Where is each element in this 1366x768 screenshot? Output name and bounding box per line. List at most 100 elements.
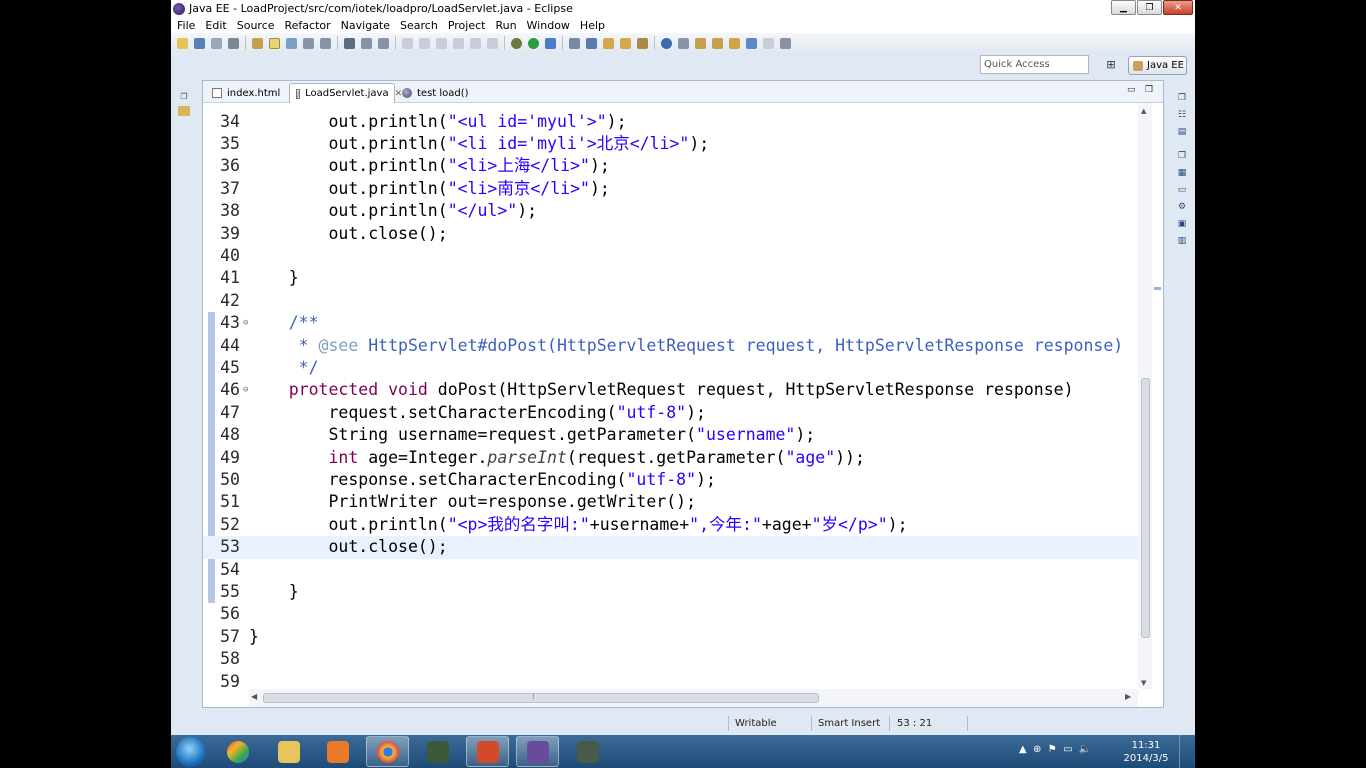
taskbar-powerpoint[interactable]: [466, 736, 509, 767]
step-into-icon[interactable]: [470, 37, 481, 49]
taskbar-app[interactable]: [416, 736, 459, 767]
data-source-icon[interactable]: ▣: [1176, 218, 1188, 230]
code-line[interactable]: 59: [203, 671, 1138, 689]
code-line[interactable]: 49 int age=Integer.parseInt(request.getP…: [203, 447, 1138, 469]
restore-view-icon[interactable]: ❐: [178, 92, 190, 102]
search-file-icon[interactable]: [678, 37, 689, 49]
disconnect-icon[interactable]: [453, 37, 464, 49]
code-line[interactable]: 55 }: [203, 581, 1138, 603]
scroll-down-icon[interactable]: ▼: [1141, 679, 1146, 687]
code-line[interactable]: 50 response.setCharacterEncoding("utf-8"…: [203, 469, 1138, 491]
web-browser-icon[interactable]: [661, 37, 672, 49]
new-class-icon[interactable]: [586, 37, 597, 49]
minimize-button[interactable]: ▁: [1111, 0, 1136, 15]
code-line[interactable]: 38 out.println("</ul>");: [203, 200, 1138, 222]
previous-annotation-icon[interactable]: [712, 37, 723, 49]
taskbar-chrome[interactable]: [366, 736, 409, 767]
annotation-icon[interactable]: [637, 37, 648, 49]
horizontal-scroll-thumb[interactable]: [263, 693, 819, 703]
start-button[interactable]: [176, 737, 206, 767]
vertical-scroll-thumb[interactable]: [1141, 378, 1150, 638]
code-line[interactable]: 36 out.println("<li>上海</li>");: [203, 155, 1138, 177]
code-line[interactable]: 40: [203, 245, 1138, 267]
clock[interactable]: 11:31 2014/3/5: [1121, 739, 1171, 765]
search-icon[interactable]: [286, 37, 297, 49]
resume-icon[interactable]: [402, 37, 413, 49]
run-icon[interactable]: [528, 37, 539, 49]
tab-loadservlet-java[interactable]: J LoadServlet.java ✕: [289, 83, 402, 103]
menu-refactor[interactable]: Refactor: [285, 19, 331, 32]
outline-icon[interactable]: [361, 37, 372, 49]
vertical-scrollbar[interactable]: ▲ ▼: [1138, 103, 1152, 689]
quick-access-input[interactable]: Quick Access: [980, 55, 1089, 74]
back-icon[interactable]: [746, 37, 757, 49]
scroll-right-icon[interactable]: ▶: [1125, 692, 1131, 701]
markers-icon[interactable]: ▦: [1176, 167, 1188, 179]
taskbar-media-player[interactable]: [316, 736, 359, 767]
taskbar-eclipse[interactable]: [516, 736, 559, 767]
code-line[interactable]: 57}: [203, 626, 1138, 648]
code-line[interactable]: 44 * @see HttpServlet#doPost(HttpServlet…: [203, 335, 1138, 357]
suspend-icon[interactable]: [419, 37, 430, 49]
code-line[interactable]: 45 */: [203, 357, 1138, 379]
scroll-left-icon[interactable]: ◀: [251, 692, 257, 701]
step-over-icon[interactable]: [487, 37, 498, 49]
hierarchy-icon[interactable]: [378, 37, 389, 49]
code-line[interactable]: 56: [203, 603, 1138, 625]
print-icon[interactable]: [228, 37, 239, 49]
tab-test-load[interactable]: test load(): [396, 83, 476, 103]
last-edit-icon[interactable]: [729, 37, 740, 49]
menu-search[interactable]: Search: [400, 19, 438, 32]
code-line[interactable]: 54: [203, 559, 1138, 581]
new-icon[interactable]: [177, 37, 188, 49]
taskbar-app[interactable]: [566, 736, 609, 767]
outline-view-icon[interactable]: ☷: [1176, 109, 1188, 121]
skip-breakpoints-icon[interactable]: [344, 37, 355, 49]
code-line[interactable]: 42: [203, 290, 1138, 312]
task-list-icon[interactable]: ▤: [1176, 126, 1188, 138]
code-line[interactable]: 53 out.close();: [203, 536, 1138, 559]
block-selection-icon[interactable]: [303, 37, 314, 49]
next-annotation-icon[interactable]: [695, 37, 706, 49]
menu-file[interactable]: File: [177, 19, 195, 32]
show-desktop-button[interactable]: [1179, 735, 1195, 768]
perspective-java-ee[interactable]: Java EE: [1128, 56, 1187, 75]
restore-bottom-view-icon[interactable]: ❐: [1176, 150, 1188, 162]
open-perspective-icon[interactable]: ⊞: [1103, 57, 1119, 73]
maximize-view-icon[interactable]: ❐: [1145, 85, 1153, 95]
restore-button[interactable]: ❐: [1137, 0, 1162, 15]
code-line[interactable]: 43 ⊖ /**: [203, 312, 1138, 334]
taskbar-explorer[interactable]: [267, 736, 310, 767]
close-button[interactable]: ✕: [1163, 0, 1193, 15]
toggle-mark-icon[interactable]: [269, 37, 280, 49]
code-line[interactable]: 46 ⊖ protected void doPost(HttpServletReq…: [203, 379, 1138, 401]
menu-run[interactable]: Run: [495, 19, 516, 32]
code-line[interactable]: 34 out.println("<ul id='myul'>");: [203, 111, 1138, 133]
properties-icon[interactable]: ▭: [1176, 184, 1188, 196]
menu-navigate[interactable]: Navigate: [341, 19, 390, 32]
code-line[interactable]: 47 request.setCharacterEncoding("utf-8")…: [203, 402, 1138, 424]
forward-icon[interactable]: [763, 37, 774, 49]
code-line[interactable]: 39 out.close();: [203, 223, 1138, 245]
overview-marker[interactable]: [1154, 287, 1161, 290]
code-editor[interactable]: 34 out.println("<ul id='myul'>"); 35 out.…: [203, 103, 1138, 689]
horizontal-scrollbar[interactable]: ◀ ⁞ ▶: [249, 689, 1138, 707]
code-line[interactable]: 51 PrintWriter out=response.getWriter();: [203, 491, 1138, 513]
menu-project[interactable]: Project: [448, 19, 486, 32]
menu-window[interactable]: Window: [527, 19, 570, 32]
code-line[interactable]: 52 out.println("<p>我的名字叫:"+username+",今年…: [203, 514, 1138, 536]
new-server-icon[interactable]: [569, 37, 580, 49]
menu-help[interactable]: Help: [580, 19, 605, 32]
system-tray[interactable]: ▲ ⊕ ⚑ ▭ 🔈: [1019, 744, 1091, 755]
save-icon[interactable]: [194, 37, 205, 49]
code-line[interactable]: 35 out.println("<li id='myli'>北京</li>");: [203, 133, 1138, 155]
scroll-up-icon[interactable]: ▲: [1141, 107, 1146, 115]
save-all-icon[interactable]: [211, 37, 222, 49]
debug-icon[interactable]: [511, 37, 522, 49]
code-line[interactable]: 37 out.println("<li>南京</li>");: [203, 178, 1138, 200]
code-line[interactable]: 58: [203, 648, 1138, 670]
menu-source[interactable]: Source: [237, 19, 275, 32]
tab-index-html[interactable]: index.html: [206, 83, 288, 103]
external-tools-icon[interactable]: [545, 37, 556, 49]
open-type-icon[interactable]: [603, 37, 614, 49]
